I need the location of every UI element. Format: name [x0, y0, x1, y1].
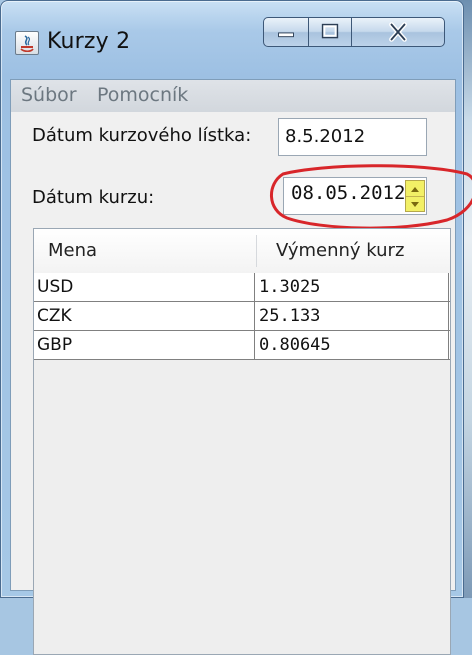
currency-cell[interactable]: GBP [37, 331, 72, 359]
close-icon [389, 22, 407, 42]
table-header: Mena Výmenný kurz [34, 229, 450, 274]
maximize-icon [321, 23, 339, 39]
column-header-currency[interactable]: Mena [48, 229, 97, 273]
window-title: Kurzy 2 [47, 29, 131, 54]
column-divider[interactable] [256, 235, 257, 267]
spinner-buttons [405, 180, 425, 212]
java-app-icon[interactable] [15, 31, 39, 55]
rate-cell[interactable]: 25.133 [259, 302, 320, 330]
maximize-button[interactable] [308, 17, 352, 47]
rate-date-spinner[interactable]: 08.05.2012 [283, 177, 427, 215]
spinner-up-button[interactable] [406, 181, 424, 196]
cell-divider [254, 302, 255, 330]
currency-cell[interactable]: CZK [37, 302, 72, 330]
arrow-up-icon [411, 187, 419, 192]
menu-bar: Súbor Pomocník [11, 80, 455, 112]
list-date-field[interactable]: 8.5.2012 [278, 118, 427, 156]
cell-divider [448, 331, 449, 359]
menu-file[interactable]: Súbor [21, 84, 77, 106]
app-window: Kurzy 2 Súbor Pomocník Dátum kurzového l… [0, 0, 472, 655]
rates-table: Mena Výmenný kurz USD 1.3025 CZK 25.133 [33, 228, 451, 655]
rate-date-label: Dátum kurzu: [32, 187, 155, 208]
currency-cell[interactable]: USD [37, 273, 73, 301]
menu-help[interactable]: Pomocník [97, 84, 188, 106]
client-area: Súbor Pomocník Dátum kurzového lístka: 8… [10, 79, 472, 655]
minimize-icon [278, 32, 294, 38]
arrow-down-icon [411, 202, 419, 207]
title-bar[interactable]: Kurzy 2 [1, 1, 463, 79]
table-body: USD 1.3025 CZK 25.133 GBP 0.80645 [34, 273, 450, 360]
rate-date-value[interactable]: 08.05.2012 [291, 182, 405, 204]
rate-cell[interactable]: 0.80645 [259, 331, 331, 359]
close-button[interactable] [351, 17, 445, 47]
minimize-button[interactable] [263, 17, 309, 47]
rate-cell[interactable]: 1.3025 [259, 273, 320, 301]
cell-divider [254, 273, 255, 301]
list-date-label: Dátum kurzového lístka: [32, 125, 252, 146]
cell-divider [448, 302, 449, 330]
cell-divider [448, 273, 449, 301]
cell-divider [254, 331, 255, 359]
spinner-down-button[interactable] [406, 196, 424, 212]
table-row[interactable]: USD 1.3025 [34, 273, 450, 302]
table-row[interactable]: GBP 0.80645 [34, 331, 450, 360]
column-header-rate[interactable]: Výmenný kurz [276, 229, 404, 273]
table-row[interactable]: CZK 25.133 [34, 302, 450, 331]
